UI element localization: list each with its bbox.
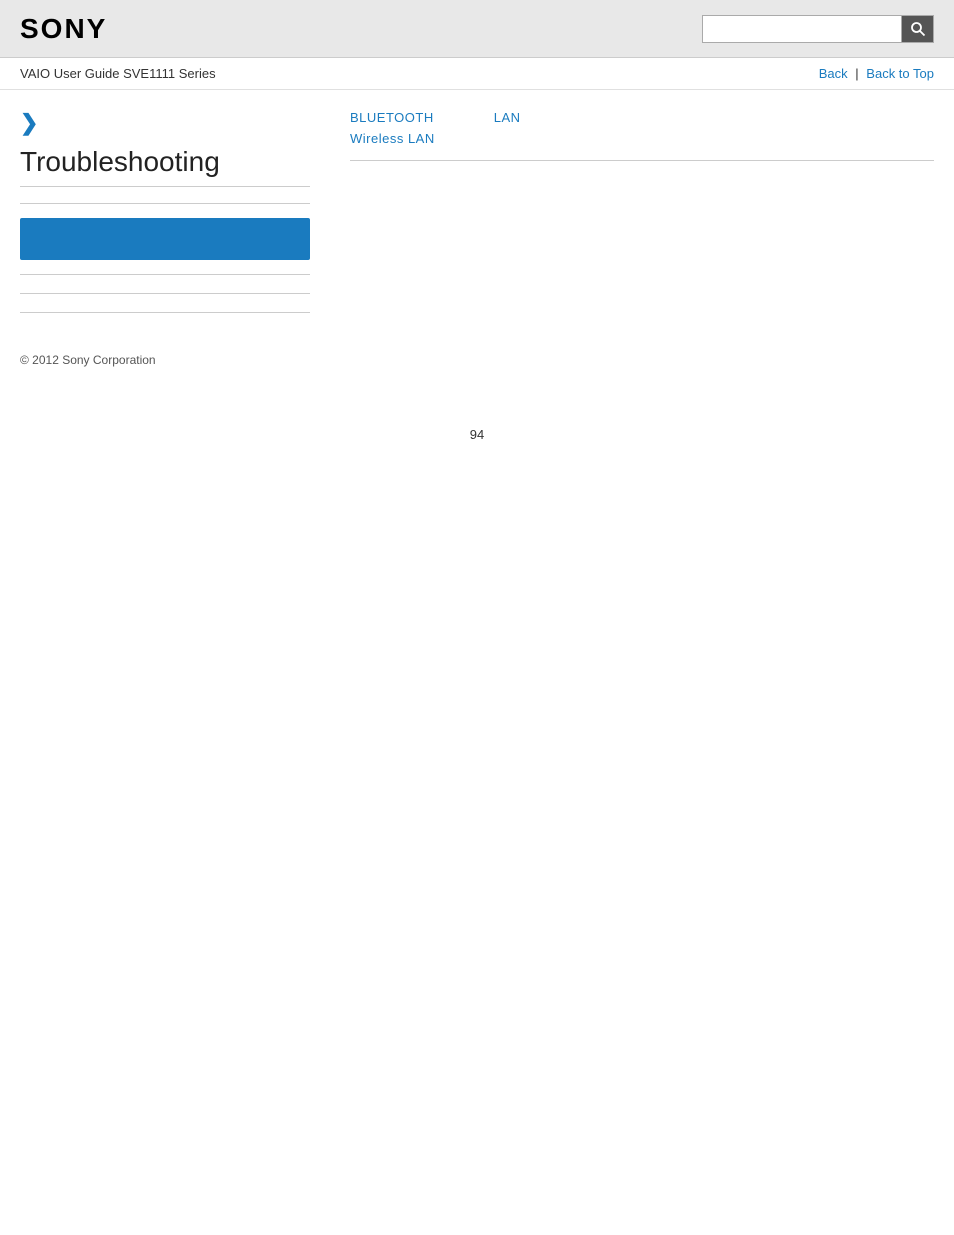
- sony-logo: SONY: [20, 13, 107, 45]
- sidebar-blue-block: [20, 218, 310, 260]
- search-area: [702, 15, 934, 43]
- content-divider: [350, 160, 934, 161]
- search-button[interactable]: [902, 15, 934, 43]
- sidebar-divider-3: [20, 293, 310, 294]
- wireless-lan-link[interactable]: Wireless LAN: [350, 131, 435, 146]
- back-to-top-link[interactable]: Back to Top: [866, 66, 934, 81]
- sidebar-title: Troubleshooting: [20, 146, 310, 187]
- sidebar: ❯ Troubleshooting: [20, 110, 330, 323]
- search-icon: [910, 21, 926, 37]
- breadcrumb: VAIO User Guide SVE1111 Series: [20, 66, 216, 81]
- sidebar-divider-2: [20, 274, 310, 275]
- header: SONY: [0, 0, 954, 58]
- main-content: ❯ Troubleshooting BLUETOOTH LAN Wireless…: [0, 90, 954, 323]
- footer: © 2012 Sony Corporation: [0, 323, 954, 387]
- copyright: © 2012 Sony Corporation: [20, 353, 156, 367]
- content-area: BLUETOOTH LAN Wireless LAN: [330, 110, 934, 323]
- nav-bar: VAIO User Guide SVE1111 Series Back | Ba…: [0, 58, 954, 90]
- bluetooth-link[interactable]: BLUETOOTH: [350, 110, 434, 125]
- lan-link[interactable]: LAN: [494, 110, 521, 125]
- content-links-row-2: Wireless LAN: [350, 131, 934, 146]
- search-input[interactable]: [702, 15, 902, 43]
- page-number: 94: [0, 427, 954, 462]
- back-link[interactable]: Back: [819, 66, 848, 81]
- chevron-icon: ❯: [20, 110, 310, 136]
- content-links-row-1: BLUETOOTH LAN: [350, 110, 934, 125]
- nav-separator: |: [855, 66, 858, 81]
- sidebar-divider-4: [20, 312, 310, 313]
- sidebar-divider-1: [20, 203, 310, 204]
- nav-right: Back | Back to Top: [819, 66, 934, 81]
